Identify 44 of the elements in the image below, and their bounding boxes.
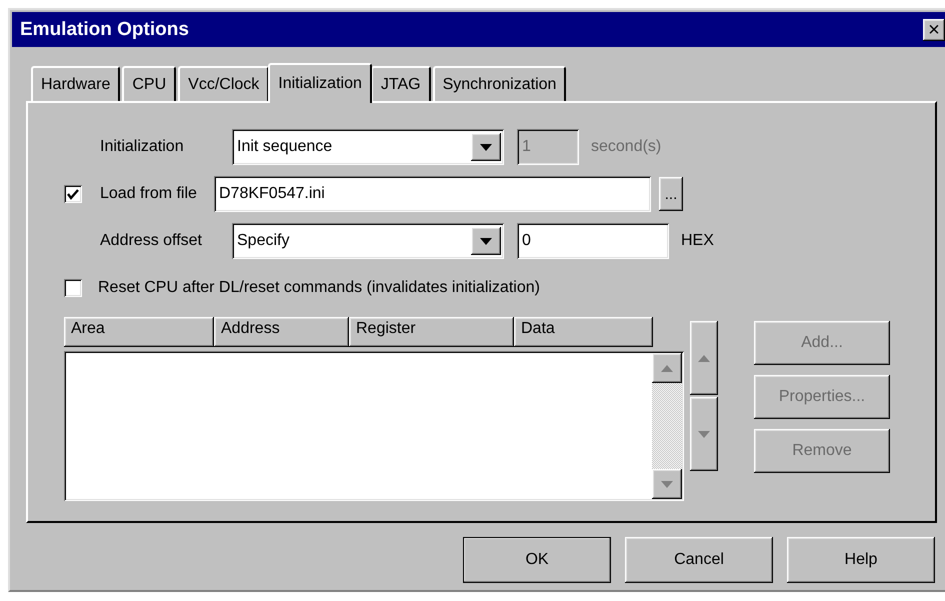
tab[interactable]: CPU — [122, 66, 176, 101]
scrollbar[interactable] — [652, 353, 682, 499]
tab[interactable]: Hardware — [31, 66, 120, 101]
column-header[interactable]: Address — [214, 317, 349, 347]
up-arrow-icon — [698, 354, 710, 362]
dropdown-button[interactable] — [471, 227, 501, 255]
checkbox-label: Load from file — [100, 185, 198, 203]
dialog-button[interactable]: Help — [787, 537, 935, 583]
checkbox-label: Reset CPU after DL/reset commands (invalidates initialization) — [98, 279, 540, 297]
unit-label: HEX — [681, 232, 714, 250]
tab[interactable]: JTAG — [370, 66, 431, 101]
column-header[interactable]: Register — [349, 317, 514, 347]
up-arrow-icon — [661, 364, 673, 372]
scroll-up-button[interactable] — [652, 353, 682, 383]
browse-button[interactable]: ... — [659, 177, 683, 211]
field-label: Initialization — [99, 138, 185, 156]
input-field[interactable]: 0 — [517, 223, 669, 259]
checkbox[interactable] — [64, 279, 82, 297]
column-header[interactable]: Area — [64, 317, 214, 347]
tab[interactable]: Initialization — [268, 63, 372, 103]
caret-icon — [480, 238, 492, 244]
dropdown-value: Init sequence — [237, 138, 332, 156]
move-up-button[interactable] — [690, 321, 718, 395]
close-button[interactable]: × — [923, 18, 945, 40]
dropdown-button[interactable] — [471, 133, 501, 161]
field-label: Address offset — [99, 232, 203, 250]
move-down-button[interactable] — [690, 397, 718, 471]
down-arrow-icon — [661, 480, 673, 488]
dialog-button[interactable]: Cancel — [625, 537, 773, 583]
tab[interactable]: Vcc/Clock — [178, 66, 270, 101]
window-title: Emulation Options — [20, 18, 189, 40]
tab[interactable]: Synchronization — [432, 66, 566, 101]
dialog-button[interactable]: OK — [463, 537, 611, 583]
checkbox[interactable] — [64, 185, 82, 203]
dropdown-value: Specify — [237, 232, 290, 250]
dropdown[interactable]: Init sequence — [232, 129, 504, 165]
unit-label: second(s) — [591, 138, 662, 156]
scroll-down-button[interactable] — [652, 469, 682, 499]
down-arrow-icon — [698, 430, 710, 438]
input-field[interactable]: D78KF0547.ini — [214, 176, 651, 212]
column-header[interactable]: Data — [514, 317, 653, 347]
check-icon — [67, 188, 79, 200]
dropdown[interactable]: Specify — [232, 223, 504, 259]
caret-icon — [480, 144, 492, 150]
